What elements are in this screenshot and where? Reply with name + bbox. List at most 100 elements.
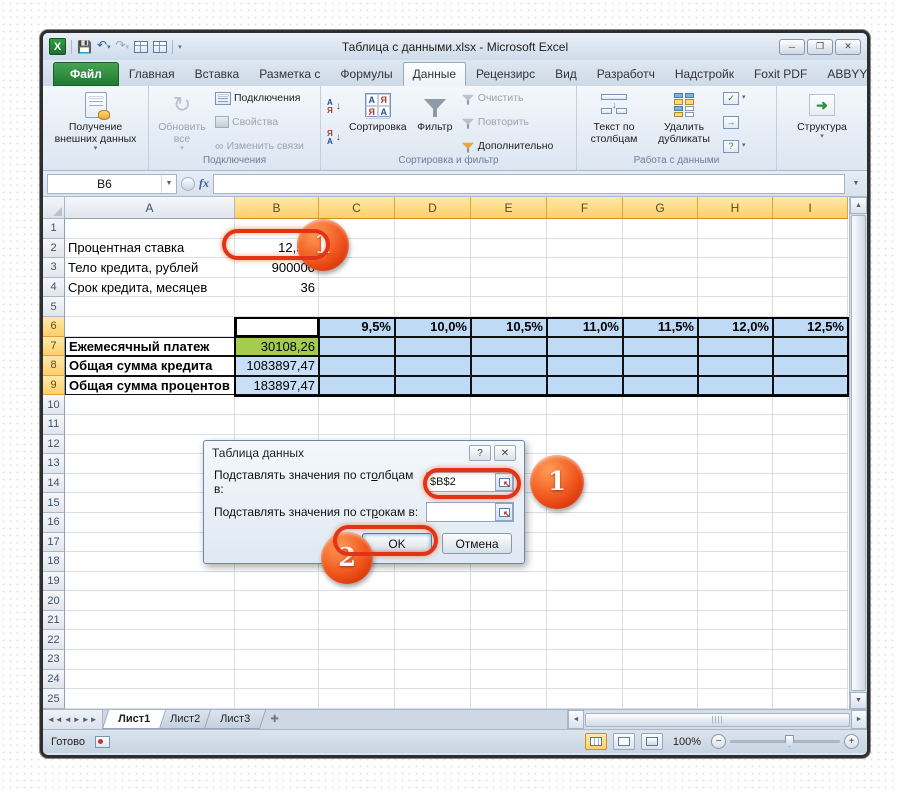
zoom-level[interactable]: 100% — [673, 736, 701, 748]
sort-za-button[interactable]: ЯА↓ — [327, 130, 341, 146]
row-header-1[interactable]: 1 — [43, 219, 65, 239]
row-header-16[interactable]: 16 — [43, 513, 65, 533]
cell-B19[interactable] — [235, 572, 319, 592]
cell-E6[interactable]: 10,5% — [471, 317, 547, 337]
cell-D10[interactable] — [395, 395, 471, 415]
row-header-6[interactable]: 6 — [43, 317, 65, 337]
row-header-7[interactable]: 7 — [43, 337, 65, 357]
cell-H10[interactable] — [698, 395, 773, 415]
cell-A5[interactable] — [65, 297, 235, 317]
last-sheet-icon[interactable]: ►► — [82, 715, 98, 724]
cell-D21[interactable] — [395, 611, 471, 631]
cell-F22[interactable] — [547, 630, 623, 650]
row-header-19[interactable]: 19 — [43, 572, 65, 592]
cell-F5[interactable] — [547, 297, 623, 317]
cell-H4[interactable] — [698, 278, 773, 298]
sort-az-button[interactable]: АЯ↓ — [327, 99, 341, 115]
outline-button[interactable]: ➜ Структура▾ — [785, 89, 859, 155]
cell-F25[interactable] — [547, 689, 623, 709]
column-header-E[interactable]: E — [471, 197, 547, 219]
cell-G24[interactable] — [623, 670, 698, 690]
cell-E22[interactable] — [471, 630, 547, 650]
cell-G8[interactable] — [623, 356, 698, 376]
cell-I25[interactable] — [773, 689, 848, 709]
close-button[interactable]: ✕ — [835, 39, 861, 55]
cell-B6[interactable] — [235, 317, 319, 337]
scroll-right-icon[interactable]: ► — [851, 710, 867, 729]
cell-B11[interactable] — [235, 415, 319, 435]
cell-A2[interactable]: Процентная ставка — [65, 239, 235, 259]
cell-G12[interactable] — [623, 435, 698, 455]
cell-B25[interactable] — [235, 689, 319, 709]
column-header-H[interactable]: H — [698, 197, 773, 219]
cell-H7[interactable] — [698, 337, 773, 357]
cell-G23[interactable] — [623, 650, 698, 670]
cell-H23[interactable] — [698, 650, 773, 670]
minimize-button[interactable]: ─ — [779, 39, 805, 55]
row-header-8[interactable]: 8 — [43, 356, 65, 376]
formula-input[interactable] — [213, 174, 845, 194]
cell-G10[interactable] — [623, 395, 698, 415]
sort-button[interactable]: АЯ ЯА Сортировка — [345, 89, 411, 155]
cell-A25[interactable] — [65, 689, 235, 709]
connections-button[interactable]: Подключения — [215, 91, 304, 105]
cell-I8[interactable] — [773, 356, 848, 376]
cell-E25[interactable] — [471, 689, 547, 709]
cell-G1[interactable] — [623, 219, 698, 239]
tab-Разработч[interactable]: Разработч — [587, 62, 665, 86]
cell-E3[interactable] — [471, 258, 547, 278]
cell-F17[interactable] — [547, 533, 623, 553]
cell-C21[interactable] — [319, 611, 395, 631]
cell-H5[interactable] — [698, 297, 773, 317]
cell-I22[interactable] — [773, 630, 848, 650]
cell-F19[interactable] — [547, 572, 623, 592]
column-header-D[interactable]: D — [395, 197, 471, 219]
cell-C10[interactable] — [319, 395, 395, 415]
cell-I16[interactable] — [773, 513, 848, 533]
row-header-13[interactable]: 13 — [43, 454, 65, 474]
cell-H8[interactable] — [698, 356, 773, 376]
cell-E19[interactable] — [471, 572, 547, 592]
cell-I17[interactable] — [773, 533, 848, 553]
cell-H3[interactable] — [698, 258, 773, 278]
cell-H21[interactable] — [698, 611, 773, 631]
qat-custom-icon-1[interactable] — [134, 41, 148, 53]
cell-G5[interactable] — [623, 297, 698, 317]
clear-filter-button[interactable]: Очистить — [461, 91, 554, 105]
cell-C4[interactable] — [319, 278, 395, 298]
cell-F9[interactable] — [547, 376, 623, 396]
cell-H24[interactable] — [698, 670, 773, 690]
cell-I24[interactable] — [773, 670, 848, 690]
next-sheet-icon[interactable]: ► — [73, 715, 81, 724]
tab-ABBYY PDF[interactable]: ABBYY PDF — [817, 62, 870, 86]
cell-I9[interactable] — [773, 376, 848, 396]
row-input-field[interactable] — [426, 502, 514, 522]
cell-I19[interactable] — [773, 572, 848, 592]
row-header-20[interactable]: 20 — [43, 591, 65, 611]
cell-I14[interactable] — [773, 474, 848, 494]
text-to-columns-button[interactable]: ↓ Текст по столбцам — [581, 89, 647, 155]
cell-H22[interactable] — [698, 630, 773, 650]
row-header-5[interactable]: 5 — [43, 297, 65, 317]
tab-Главная[interactable]: Главная — [119, 62, 185, 86]
row-header-24[interactable]: 24 — [43, 670, 65, 690]
cell-F3[interactable] — [547, 258, 623, 278]
cell-E7[interactable] — [471, 337, 547, 357]
properties-button[interactable]: Свойства — [215, 115, 304, 129]
row-header-11[interactable]: 11 — [43, 415, 65, 435]
cell-E2[interactable] — [471, 239, 547, 259]
cell-G7[interactable] — [623, 337, 698, 357]
cell-G15[interactable] — [623, 493, 698, 513]
select-all-corner[interactable] — [43, 197, 65, 219]
cell-A23[interactable] — [65, 650, 235, 670]
cell-A10[interactable] — [65, 395, 235, 415]
page-break-view-button[interactable] — [641, 733, 663, 750]
cell-H13[interactable] — [698, 454, 773, 474]
cell-I23[interactable] — [773, 650, 848, 670]
row-header-21[interactable]: 21 — [43, 611, 65, 631]
row-header-9[interactable]: 9 — [43, 376, 65, 396]
cell-E23[interactable] — [471, 650, 547, 670]
cell-D9[interactable] — [395, 376, 471, 396]
cell-F8[interactable] — [547, 356, 623, 376]
vertical-scrollbar[interactable]: ▲ ▼ — [849, 197, 867, 709]
